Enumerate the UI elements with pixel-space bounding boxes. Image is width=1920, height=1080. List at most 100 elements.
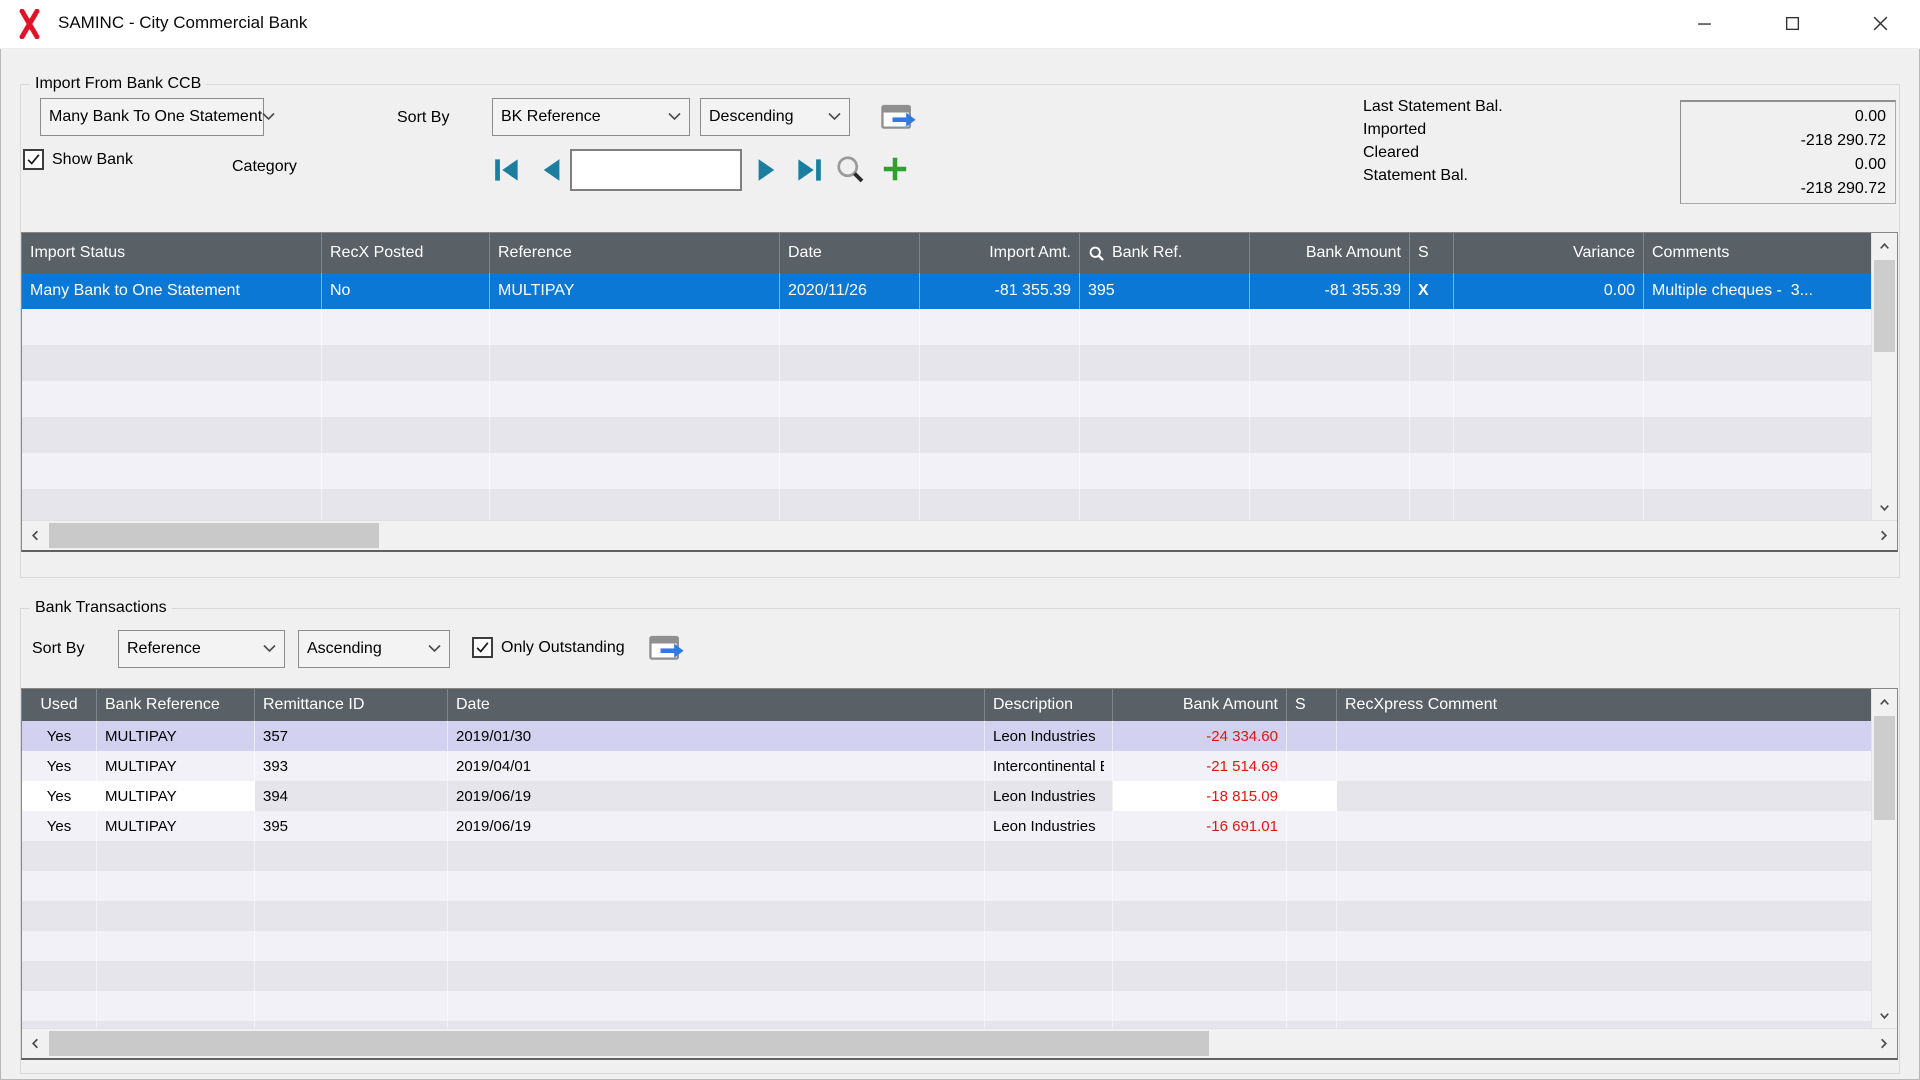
horizontal-scrollbar[interactable] — [22, 520, 1897, 550]
empty-cell — [22, 381, 322, 417]
scrollbar-thumb[interactable] — [1874, 716, 1895, 820]
scroll-left-icon[interactable] — [23, 1031, 48, 1056]
empty-cell — [22, 841, 97, 871]
table-header: UsedBank ReferenceRemittance IDDateDescr… — [22, 689, 1872, 721]
column-header-date[interactable]: Date — [780, 233, 920, 273]
sort-direction-value: Ascending — [307, 640, 382, 658]
transactions-sort-direction-select[interactable]: Ascending — [298, 630, 450, 668]
show-bank-checkbox[interactable] — [23, 149, 44, 170]
cell-date: 2019/01/30 — [448, 721, 985, 751]
scroll-down-icon[interactable] — [1872, 1003, 1897, 1028]
transactions-sort-field-select[interactable]: Reference — [118, 630, 285, 668]
minimize-button[interactable] — [1675, 0, 1733, 47]
scroll-up-icon[interactable] — [1872, 234, 1897, 259]
column-header-bank_reference[interactable]: Bank Reference — [97, 689, 255, 721]
column-header-bank_amount[interactable]: Bank Amount — [1250, 233, 1410, 273]
column-label: Bank Amount — [1183, 696, 1278, 714]
sort-by-label: Sort By — [32, 640, 84, 658]
table-row[interactable]: YesMULTIPAY3952019/06/19Leon Industries-… — [22, 811, 1872, 841]
column-header-date[interactable]: Date — [448, 689, 985, 721]
nav-next-icon[interactable] — [752, 155, 782, 185]
column-header-used[interactable]: Used — [22, 689, 97, 721]
empty-row — [22, 901, 1872, 931]
only-outstanding-label: Only Outstanding — [501, 639, 625, 657]
cell-bank_reference: MULTIPAY — [97, 751, 255, 781]
maximize-button[interactable] — [1763, 0, 1821, 47]
close-button[interactable] — [1851, 0, 1909, 47]
sort-direction-select[interactable]: Descending — [700, 98, 850, 136]
cell-description: Leon Industries — [985, 721, 1113, 751]
column-header-comment[interactable]: RecXpress Comment — [1337, 689, 1872, 721]
nav-first-icon[interactable] — [489, 155, 525, 185]
cell-bank_ref: 395 — [1080, 273, 1250, 309]
empty-cell — [97, 841, 255, 871]
open-in-new-window-icon[interactable] — [648, 634, 686, 666]
scrollbar-thumb[interactable] — [49, 1031, 1209, 1056]
cell-date: 2019/06/19 — [448, 811, 985, 841]
table-row[interactable]: Many Bank to One StatementNoMULTIPAY2020… — [22, 273, 1872, 309]
sort-by-label: Sort By — [397, 109, 449, 127]
column-header-comments[interactable]: Comments — [1644, 233, 1872, 273]
empty-cell — [1337, 901, 1872, 931]
column-header-recx_posted[interactable]: RecX Posted — [322, 233, 490, 273]
horizontal-scrollbar[interactable] — [22, 1028, 1897, 1058]
scroll-right-icon[interactable] — [1871, 1031, 1896, 1056]
table-row[interactable]: YesMULTIPAY3942019/06/19Leon Industries-… — [22, 781, 1872, 811]
empty-cell — [1113, 961, 1287, 991]
empty-cell — [1337, 841, 1872, 871]
vertical-scrollbar[interactable] — [1871, 233, 1897, 521]
cell-comments: Multiple cheques - 3... — [1644, 273, 1872, 309]
only-outstanding-checkbox[interactable] — [472, 637, 493, 658]
scrollbar-thumb[interactable] — [1874, 260, 1895, 352]
empty-cell — [920, 489, 1080, 521]
column-header-bank_amount[interactable]: Bank Amount — [1113, 689, 1287, 721]
cell-s — [1287, 811, 1337, 841]
open-in-new-window-icon[interactable] — [880, 103, 918, 135]
empty-cell — [1454, 309, 1644, 345]
sort-field-select[interactable]: BK Reference — [492, 98, 690, 136]
column-header-description[interactable]: Description — [985, 689, 1113, 721]
cell-used: Yes — [22, 721, 97, 751]
column-header-import_amt[interactable]: Import Amt. — [920, 233, 1080, 273]
table-row[interactable]: YesMULTIPAY3932019/04/01Intercontinental… — [22, 751, 1872, 781]
scroll-left-icon[interactable] — [23, 523, 48, 548]
empty-cell — [1287, 871, 1337, 901]
nav-last-icon[interactable] — [791, 155, 827, 185]
empty-row — [22, 991, 1872, 1021]
empty-cell — [1080, 381, 1250, 417]
add-icon[interactable] — [880, 154, 910, 184]
empty-cell — [1410, 489, 1454, 521]
column-header-s[interactable]: S — [1287, 689, 1337, 721]
column-header-import_status[interactable]: Import Status — [22, 233, 322, 273]
stat-value: 0.00 — [1681, 153, 1886, 177]
empty-cell — [322, 453, 490, 489]
finder-input[interactable] — [570, 149, 742, 191]
empty-cell — [1454, 381, 1644, 417]
column-label: Variance — [1573, 244, 1635, 262]
scrollbar-thumb[interactable] — [49, 523, 379, 548]
scroll-right-icon[interactable] — [1871, 523, 1896, 548]
cell-comment — [1337, 751, 1872, 781]
column-header-bank_ref[interactable]: Bank Ref. — [1080, 233, 1250, 273]
empty-cell — [1644, 345, 1872, 381]
cell-bank_reference: MULTIPAY — [97, 811, 255, 841]
nav-previous-icon[interactable] — [536, 155, 566, 185]
search-icon[interactable] — [833, 152, 867, 186]
table-row[interactable]: YesMULTIPAY3572019/01/30Leon Industries-… — [22, 721, 1872, 751]
column-label: S — [1295, 696, 1306, 714]
column-header-variance[interactable]: Variance — [1454, 233, 1644, 273]
empty-cell — [255, 901, 448, 931]
cell-remittance_id: 395 — [255, 811, 448, 841]
column-header-remittance_id[interactable]: Remittance ID — [255, 689, 448, 721]
column-header-s[interactable]: S — [1410, 233, 1454, 273]
empty-cell — [448, 901, 985, 931]
scroll-up-icon[interactable] — [1872, 690, 1897, 715]
column-header-reference[interactable]: Reference — [490, 233, 780, 273]
sort-field-value: BK Reference — [501, 108, 601, 126]
cell-bank_amount: -16 691.01 — [1113, 811, 1287, 841]
empty-cell — [255, 841, 448, 871]
vertical-scrollbar[interactable] — [1871, 689, 1897, 1029]
scroll-down-icon[interactable] — [1872, 495, 1897, 520]
import-mode-select[interactable]: Many Bank To One Statement — [40, 98, 264, 136]
empty-cell — [1113, 901, 1287, 931]
